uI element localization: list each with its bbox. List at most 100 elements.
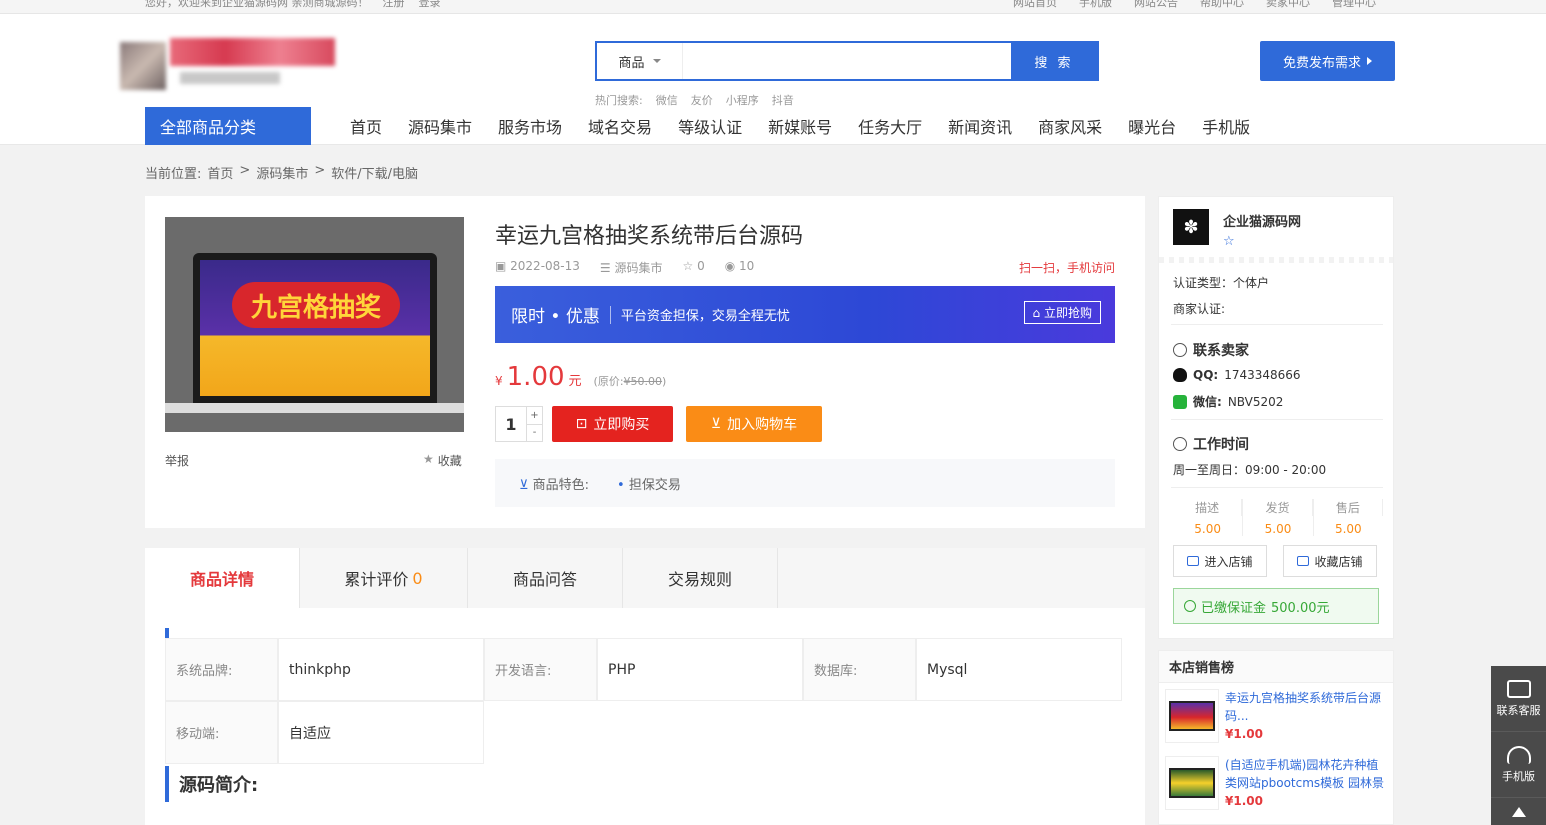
main-nav: 首页 源码集市 服务市场 域名交易 等级认证 新媒账号 任务大厅 新闻资讯 商家…	[337, 107, 1263, 145]
ranking-thumb	[1165, 756, 1219, 810]
top-link-notice[interactable]: 网站公告	[1134, 0, 1178, 10]
product-image[interactable]: 九宫格抽奖	[165, 217, 464, 432]
contact-heading: 联系卖家	[1173, 340, 1249, 360]
work-hours: 周一至周日：09:00 - 20:00	[1173, 463, 1327, 477]
chevron-down-icon	[652, 59, 661, 63]
ranking-item[interactable]: (自适应手机端)园林花卉种植类网站pbootcms模板 园林景 ¥1.00	[1165, 756, 1389, 810]
register-link[interactable]: 注册	[383, 0, 405, 10]
nav-item[interactable]: 源码集市	[395, 114, 485, 138]
tab-details[interactable]: 商品详情	[145, 548, 300, 608]
site-header: 商品 搜 索 热门搜索: 微信 友价 小程序 抖音 免费发布需求 全部商品分类 …	[0, 14, 1546, 145]
original-price: (原价:¥50.00)	[593, 375, 667, 388]
nav-item[interactable]: 新闻资讯	[935, 114, 1025, 138]
param-value: thinkphp	[278, 638, 484, 701]
mobile-version-button[interactable]: 手机版	[1491, 732, 1546, 798]
enter-shop-button[interactable]: 进入店铺	[1173, 545, 1267, 577]
ranking-item[interactable]: 幸运九宫格抽奖系统带后台源码... ¥1.00	[1165, 689, 1389, 743]
ranking-thumb	[1165, 689, 1219, 743]
star-outline-icon: ☆	[682, 259, 698, 273]
floating-toolbar: 联系客服 手机版	[1491, 666, 1546, 825]
search-bar: 商品 搜 索	[595, 41, 1099, 81]
nav-item[interactable]: 商家风采	[1025, 114, 1115, 138]
tab-qa[interactable]: 商品问答	[468, 548, 623, 608]
favorite-button[interactable]: ★ 收藏	[423, 452, 462, 469]
feature-tag: • 担保交易	[617, 477, 681, 493]
price: ¥ 1.00 元 (原价:¥50.00)	[495, 362, 667, 392]
back-to-top-button[interactable]	[1491, 798, 1546, 825]
quantity-stepper: 1 + -	[495, 406, 543, 442]
product-meta: ▣ 2022-08-13 ☰ 源码集市 ☆ 0 ◉ 10	[495, 259, 755, 275]
shop-scores: 描述 5.00 发货 5.00 售后 5.00	[1173, 499, 1383, 536]
hot-searches: 热门搜索: 微信 友价 小程序 抖音	[595, 92, 794, 108]
shop-name[interactable]: 企业猫源码网	[1223, 211, 1301, 230]
product-title: 幸运九宫格抽奖系统带后台源码	[495, 224, 804, 249]
shop-avatar[interactable]: ✽	[1173, 209, 1209, 245]
quantity-input[interactable]: 1	[496, 407, 526, 441]
nav-item[interactable]: 首页	[337, 114, 395, 138]
all-categories-button[interactable]: 全部商品分类	[145, 107, 311, 145]
breadcrumb-link[interactable]: 首页	[207, 163, 233, 182]
hot-word[interactable]: 小程序	[726, 92, 759, 108]
publish-demand-button[interactable]: 免费发布需求	[1260, 41, 1395, 81]
top-link-mobile[interactable]: 手机版	[1079, 0, 1112, 10]
hot-word[interactable]: 抖音	[772, 92, 794, 108]
nav-item[interactable]: 新媒账号	[755, 114, 845, 138]
bag-icon: ⊡	[575, 416, 588, 432]
scan-mobile-link[interactable]: 扫一扫，手机访问	[1019, 259, 1115, 276]
arrow-right-icon	[1367, 57, 1372, 65]
wechat-icon	[1173, 394, 1187, 409]
quantity-minus-button[interactable]: -	[527, 425, 542, 442]
qq-contact[interactable]: QQ: 1743348666	[1173, 368, 1301, 382]
customer-service-button[interactable]: 联系客服	[1491, 666, 1546, 732]
breadcrumb-link[interactable]: 源码集市	[256, 163, 308, 182]
intro-heading: 源码简介:	[165, 766, 258, 802]
paw-icon: ✽	[1183, 216, 1199, 238]
nav-item[interactable]: 曝光台	[1115, 114, 1189, 138]
work-time-heading: 工作时间	[1173, 434, 1249, 454]
nav-item[interactable]: 等级认证	[665, 114, 755, 138]
buy-now-button[interactable]: ⊡ 立即购买	[552, 406, 673, 442]
top-link-seller[interactable]: 卖家中心	[1266, 0, 1310, 10]
site-logo[interactable]	[108, 34, 338, 96]
param-label: 开发语言:	[484, 638, 597, 701]
hot-word[interactable]: 微信	[656, 92, 678, 108]
param-value: Mysql	[916, 638, 1122, 701]
search-button[interactable]: 搜 索	[1011, 43, 1097, 79]
collect-shop-button[interactable]: 收藏店铺	[1283, 545, 1377, 577]
breadcrumb-link[interactable]: 软件/下载/电脑	[331, 163, 418, 182]
tab-rules[interactable]: 交易规则	[623, 548, 778, 608]
nav-item[interactable]: 手机版	[1189, 114, 1263, 138]
detail-panel: 系统品牌: thinkphp 开发语言: PHP 数据库: Mysql 移动端:…	[145, 608, 1145, 825]
nav-item[interactable]: 任务大厅	[845, 114, 935, 138]
yuan-icon	[1184, 600, 1196, 612]
tab-reviews[interactable]: 累计评价 0	[300, 548, 468, 608]
cart-outline-icon: ⊻	[519, 477, 533, 493]
report-link[interactable]: 举报	[165, 452, 189, 469]
param-label: 移动端:	[165, 701, 278, 764]
detail-tabs: 商品详情 累计评价 0 商品问答 交易规则	[145, 548, 1145, 608]
sales-ranking: 本店销售榜 幸运九宫格抽奖系统带后台源码... ¥1.00 (自适应手机端)园林…	[1158, 650, 1394, 825]
rush-buy-button[interactable]: ⌂ 立即抢购	[1023, 301, 1101, 324]
chat-icon	[1506, 679, 1531, 698]
store-icon	[1187, 556, 1200, 566]
search-category-select[interactable]: 商品	[597, 43, 683, 79]
star-outline-icon: ☆	[1223, 234, 1235, 249]
nav-item[interactable]: 服务市场	[485, 114, 575, 138]
top-link-home[interactable]: 网站首页	[1013, 0, 1057, 10]
nav-item[interactable]: 域名交易	[575, 114, 665, 138]
hot-word[interactable]: 友价	[691, 92, 713, 108]
param-label: 数据库:	[803, 638, 916, 701]
wechat-contact[interactable]: 微信: NBV5202	[1173, 393, 1283, 410]
top-link-help[interactable]: 帮助中心	[1200, 0, 1244, 10]
top-link-admin[interactable]: 管理中心	[1332, 0, 1376, 10]
login-link[interactable]: 登录	[419, 0, 441, 10]
search-input[interactable]	[683, 43, 1011, 79]
product-card: 九宫格抽奖 举报 ★ 收藏 幸运九宫格抽奖系统带后台源码 ▣ 2022-08-1…	[145, 196, 1145, 528]
cart-icon: ⊻	[710, 416, 722, 432]
add-to-cart-button[interactable]: ⊻ 加入购物车	[686, 406, 822, 442]
clock-icon	[1173, 437, 1187, 451]
star-icon: ★	[423, 452, 434, 466]
price-value: 1.00	[506, 362, 565, 392]
welcome-text: 您好，欢迎来到企业猫源码网 亲测商城源码！	[145, 0, 369, 9]
quantity-plus-button[interactable]: +	[527, 407, 542, 425]
